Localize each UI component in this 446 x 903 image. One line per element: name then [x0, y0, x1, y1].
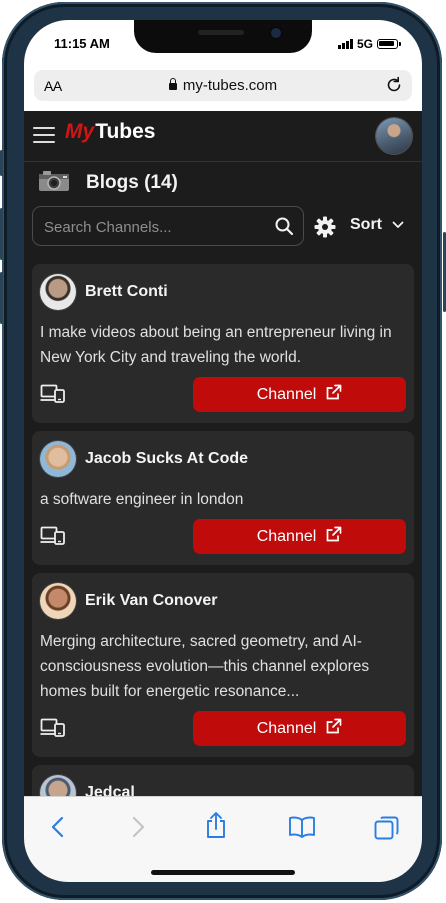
logo-prefix: My — [65, 120, 95, 143]
channel-name[interactable]: Brett Conti — [85, 283, 168, 301]
devices-icon — [40, 384, 66, 409]
devices-icon — [40, 718, 66, 743]
channel-card: Jacob Sucks At Code a software engineer … — [32, 431, 414, 565]
status-bar: 11:15 AM 5G — [24, 20, 422, 66]
front-camera — [271, 28, 281, 38]
external-link-icon — [325, 526, 342, 548]
channel-button[interactable]: Channel — [193, 377, 406, 412]
browser-toolbar — [24, 796, 422, 882]
gear-icon[interactable] — [314, 216, 336, 243]
logo-suffix: Tubes — [95, 120, 156, 143]
hamburger-icon[interactable] — [33, 127, 55, 143]
channel-card: Erik Van Conover Merging architecture, s… — [32, 573, 414, 757]
channel-card: Brett Conti I make videos about being an… — [32, 264, 414, 423]
channel-button[interactable]: Channel — [193, 519, 406, 554]
tabs-icon[interactable] — [374, 815, 400, 846]
chevron-right-icon[interactable] — [126, 815, 148, 844]
speaker-grille — [198, 30, 244, 35]
address-bar[interactable]: AA my-tubes.com — [34, 70, 412, 101]
camera-icon — [38, 170, 86, 197]
phone-side-button — [0, 272, 3, 324]
sort-label: Sort — [350, 216, 382, 233]
phone-screen: 11:15 AM 5G AA my-tubes.com MyTubes Blog… — [24, 20, 422, 882]
status-time: 11:15 AM — [54, 36, 110, 51]
app-header: MyTubes — [24, 111, 422, 162]
browser-chrome: AA my-tubes.com — [24, 66, 422, 111]
chevron-down-icon — [392, 216, 404, 234]
channel-button-label: Channel — [256, 719, 317, 737]
chevron-left-icon[interactable] — [48, 815, 70, 844]
channel-list: Brett Conti I make videos about being an… — [32, 264, 414, 833]
share-icon[interactable] — [204, 811, 228, 844]
home-indicator[interactable] — [151, 870, 295, 875]
phone-side-button — [0, 208, 3, 260]
channel-description: I make videos about being an entrepreneu… — [40, 324, 392, 366]
reload-icon[interactable] — [384, 75, 404, 100]
user-avatar[interactable] — [376, 118, 412, 154]
notch — [134, 20, 312, 53]
battery-icon — [377, 39, 401, 49]
search-input[interactable] — [42, 207, 266, 247]
sort-button[interactable]: Sort — [350, 216, 404, 234]
app-logo[interactable]: MyTubes — [65, 120, 155, 144]
search-box — [32, 206, 304, 247]
channel-description: a software engineer in london — [40, 491, 244, 508]
channel-description: Merging architecture, sacred geometry, a… — [40, 633, 370, 700]
external-link-icon — [325, 718, 342, 740]
channel-avatar[interactable] — [40, 441, 76, 477]
channel-avatar[interactable] — [40, 274, 76, 310]
section-title: Blogs (14) — [86, 172, 178, 193]
channel-button-label: Channel — [256, 527, 317, 545]
book-icon[interactable] — [288, 815, 316, 844]
channel-button-label: Channel — [256, 385, 317, 403]
section-header: Blogs (14) — [38, 168, 178, 198]
phone-side-button — [0, 150, 3, 176]
channel-name[interactable]: Erik Van Conover — [85, 592, 218, 610]
devices-icon — [40, 526, 66, 551]
lock-icon — [168, 78, 177, 90]
channel-name[interactable]: Jacob Sucks At Code — [85, 450, 248, 468]
section-count: (14) — [144, 172, 178, 193]
channel-avatar[interactable] — [40, 583, 76, 619]
url-text: my-tubes.com — [182, 77, 278, 94]
channel-button[interactable]: Channel — [193, 711, 406, 746]
search-icon[interactable] — [274, 216, 294, 241]
signal-icon — [337, 39, 353, 49]
url-display[interactable]: my-tubes.com — [34, 77, 412, 94]
network-label: 5G — [356, 37, 373, 51]
status-indicators: 5G — [337, 37, 401, 51]
external-link-icon — [325, 384, 342, 406]
